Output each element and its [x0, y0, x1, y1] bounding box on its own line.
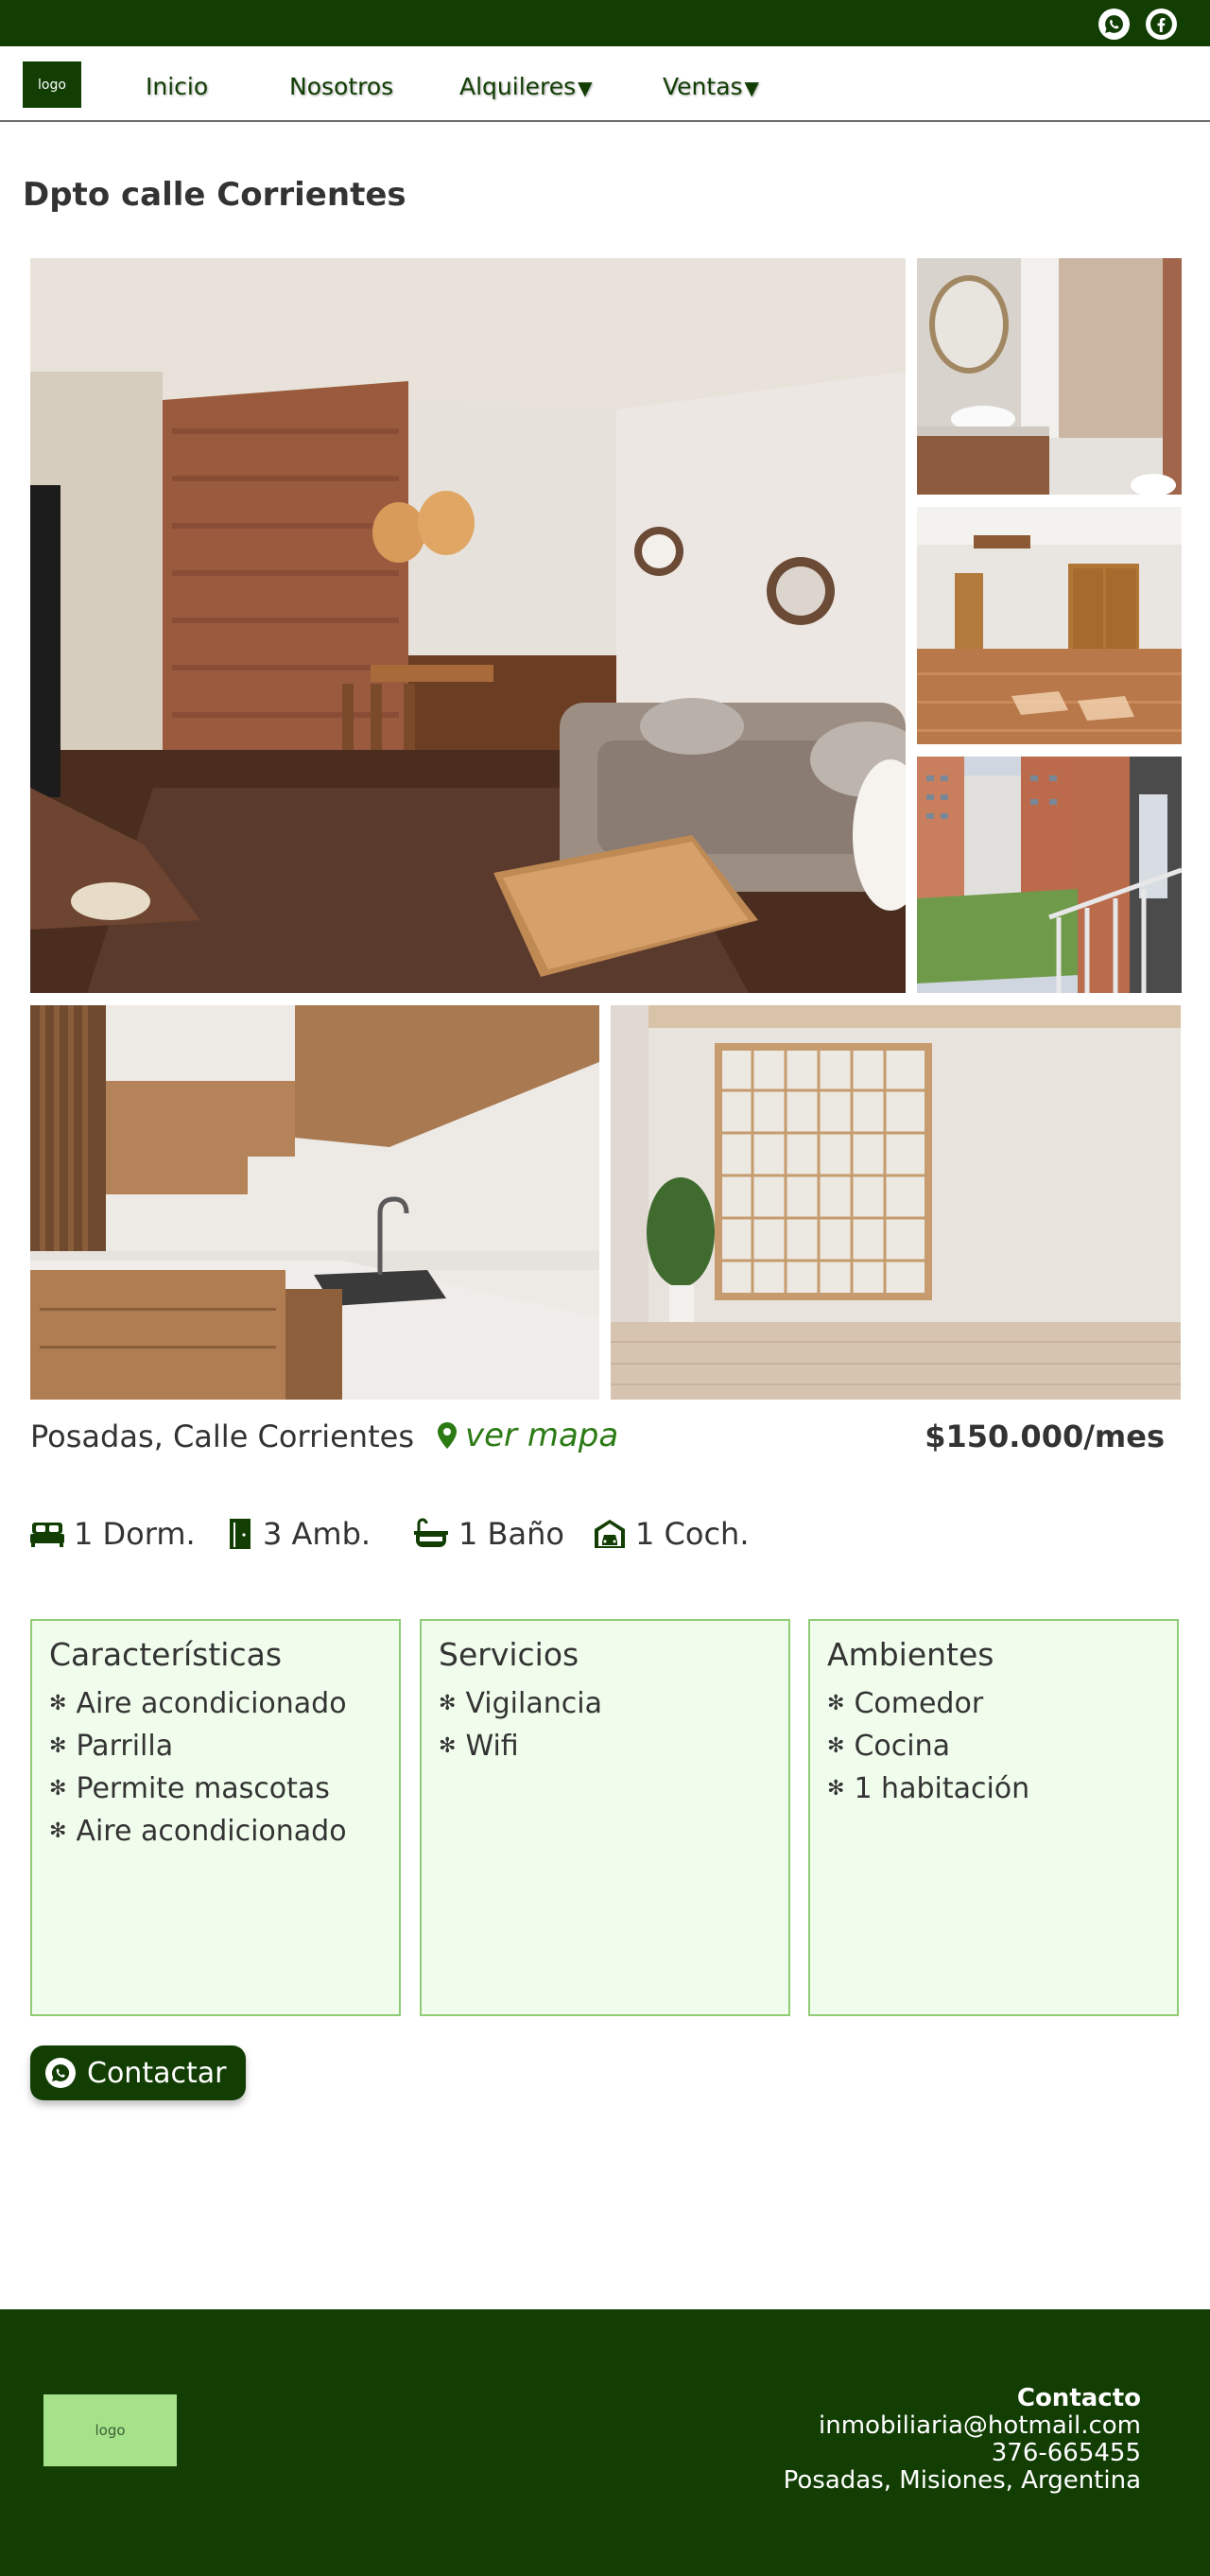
gallery-photo-bathroom[interactable]	[917, 258, 1182, 495]
gallery-photo-living-room[interactable]	[30, 258, 906, 993]
view-map-link[interactable]: ver mapa	[437, 1417, 618, 1454]
card-title: Servicios	[439, 1636, 579, 1673]
feature-text: 1 Dorm.	[74, 1516, 196, 1552]
nav-label: Ventas	[663, 73, 743, 100]
feature-text: 3 Amb.	[263, 1516, 372, 1552]
footer-contact-info: Contacto inmobiliaria@hotmail.com 376-66…	[784, 2385, 1141, 2495]
whatsapp-icon	[45, 2058, 76, 2088]
feature-garage: 1 Coch.	[594, 1516, 750, 1552]
feature-bathrooms: 1 Baño	[413, 1516, 564, 1552]
feature-rooms: 3 Amb.	[227, 1516, 371, 1552]
list-item: Aire acondicionado	[49, 1684, 382, 1727]
nav-item-inicio[interactable]: Inicio	[146, 73, 208, 100]
nav-label: Alquileres	[459, 73, 577, 100]
list-item: Wifi	[439, 1727, 771, 1769]
caret-down-icon: ▼	[578, 77, 593, 99]
card-servicios: Servicios Vigilancia Wifi	[420, 1619, 790, 2016]
whatsapp-icon[interactable]	[1098, 9, 1130, 40]
logo-text: logo	[95, 2422, 126, 2439]
list-item: Aire acondicionado	[49, 1812, 382, 1854]
feature-text: 1 Baño	[458, 1516, 564, 1552]
page-title: Dpto calle Corrientes	[23, 176, 406, 214]
gallery-photo-bedroom[interactable]	[917, 507, 1182, 744]
property-location: Posadas, Calle Corrientes	[30, 1419, 414, 1454]
footer: logo Contacto inmobiliaria@hotmail.com 3…	[0, 2309, 1210, 2576]
contact-button-label: Contactar	[87, 2056, 227, 2090]
list-item: Permite mascotas	[49, 1769, 382, 1812]
footer-address: Posadas, Misiones, Argentina	[783, 2466, 1141, 2495]
list-item: Cocina	[827, 1727, 1160, 1769]
garage-icon	[595, 1520, 625, 1548]
nav-label: Inicio	[146, 73, 209, 100]
footer-phone[interactable]: 376-665455	[784, 2440, 1141, 2467]
nav-item-ventas[interactable]: Ventas ▼	[663, 73, 759, 100]
caret-down-icon: ▼	[744, 77, 759, 99]
property-price: $150.000/mes	[925, 1419, 1165, 1454]
footer-email[interactable]: inmobiliaria@hotmail.com	[784, 2412, 1141, 2440]
list-item: Parrilla	[49, 1727, 382, 1769]
bathtub-icon	[414, 1518, 448, 1547]
list-item: 1 habitación	[827, 1769, 1160, 1812]
feature-text: 1 Coch.	[635, 1516, 750, 1552]
card-caracteristicas: Características Aire acondicionado Parri…	[30, 1619, 401, 2016]
logo-text: logo	[38, 77, 66, 93]
gallery-photo-kitchen[interactable]	[30, 1005, 599, 1400]
bed-icon	[30, 1523, 64, 1547]
facebook-icon[interactable]	[1146, 9, 1177, 40]
card-ambientes: Ambientes Comedor Cocina 1 habitación	[808, 1619, 1179, 2016]
footer-contact-title: Contacto	[1016, 2384, 1141, 2412]
gallery-photo-empty-room[interactable]	[611, 1005, 1181, 1400]
card-title: Ambientes	[827, 1636, 994, 1673]
nav-item-alquileres[interactable]: Alquileres ▼	[459, 73, 593, 100]
top-bar	[0, 0, 1210, 46]
view-map-label: ver mapa	[465, 1417, 619, 1454]
nav-label: Nosotros	[289, 73, 394, 100]
map-pin-icon	[438, 1422, 457, 1449]
logo[interactable]: logo	[23, 61, 81, 108]
door-icon	[230, 1519, 251, 1549]
card-title: Características	[49, 1636, 283, 1673]
contact-button[interactable]: Contactar	[30, 2045, 246, 2100]
gallery-photo-balcony[interactable]	[917, 757, 1182, 993]
main-navbar: logo Inicio Nosotros Alquileres ▼ Ventas ▼	[0, 46, 1210, 122]
footer-logo[interactable]: logo	[43, 2394, 177, 2466]
list-item: Vigilancia	[439, 1684, 771, 1727]
feature-bedrooms: 1 Dorm.	[30, 1516, 196, 1552]
nav-item-nosotros[interactable]: Nosotros	[289, 73, 393, 100]
list-item: Comedor	[827, 1684, 1160, 1727]
